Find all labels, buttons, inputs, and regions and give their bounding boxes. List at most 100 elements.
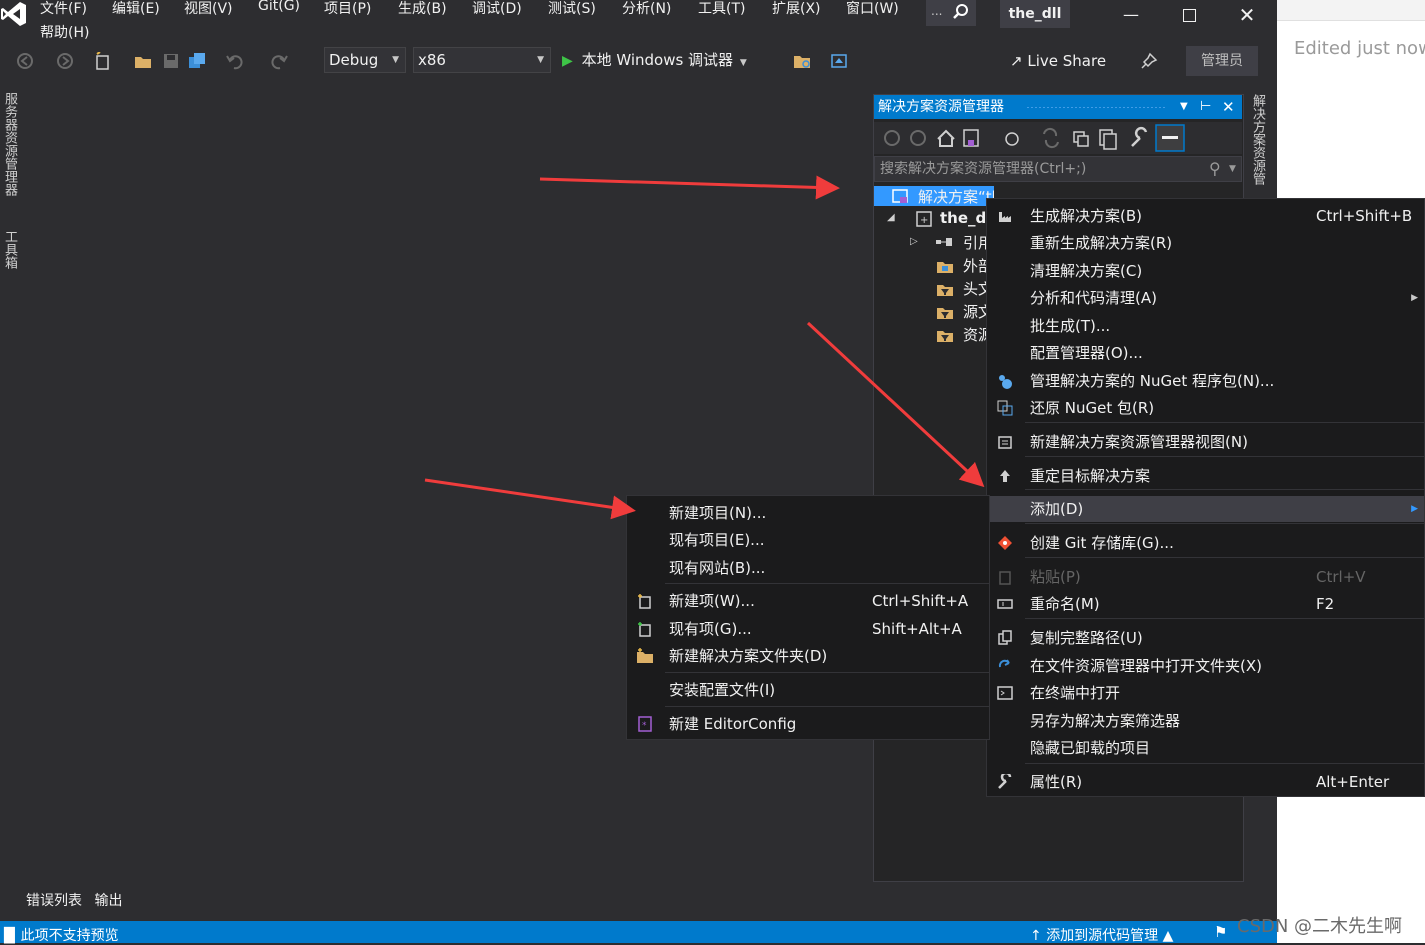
context-menu-item[interactable]: 配置管理器(O)... — [987, 340, 1424, 366]
context-menu-item[interactable]: 还原 NuGet 包(R) — [987, 395, 1424, 421]
git-icon — [998, 536, 1012, 550]
feedback-icon[interactable] — [1140, 52, 1158, 70]
maximize-button[interactable] — [1166, 0, 1212, 30]
open-file-icon[interactable] — [134, 52, 152, 70]
platform-dropdown[interactable]: x86 ▼ — [413, 47, 551, 73]
search-dots: ... — [931, 4, 943, 18]
new-project-icon[interactable] — [94, 51, 112, 70]
add-submenu-item[interactable]: 新建项(W)... Ctrl+Shift+A — [627, 588, 989, 614]
search-box[interactable]: ... — [926, 0, 976, 26]
add-submenu-item[interactable]: * 新建 EditorConfig — [627, 711, 989, 737]
add-submenu-item[interactable]: 新建解决方案文件夹(D) — [627, 643, 989, 669]
menu-item[interactable]: 工具(T) — [698, 0, 745, 18]
browser-icon[interactable] — [830, 52, 848, 70]
save-icon[interactable] — [162, 52, 180, 70]
context-menu-item[interactable]: 批生成(T)... — [987, 313, 1424, 339]
menu-item[interactable]: Git(G) — [258, 0, 300, 14]
menu-item[interactable]: 文件(F) — [40, 0, 87, 18]
context-menu-item[interactable]: 重定目标解决方案 — [987, 463, 1424, 489]
toolbox-tab[interactable]: 工具箱 — [0, 230, 19, 269]
solution-explorer-side-tab[interactable]: 解决方案资源管 — [1248, 94, 1267, 194]
server-explorer-tab[interactable]: 服务器资源管理器 — [0, 92, 19, 196]
config-dropdown[interactable]: Debug ▼ — [324, 47, 406, 73]
context-menu-item[interactable]: 分析和代码清理(A) ▶ — [987, 285, 1424, 311]
new-view-icon — [998, 436, 1012, 449]
undo-icon[interactable] — [226, 52, 244, 70]
menu-item[interactable]: 项目(P) — [324, 0, 371, 18]
collapsed-arrow-icon[interactable]: ▷ — [910, 236, 918, 247]
menu-item-label: 另存为解决方案筛选器 — [1030, 712, 1181, 730]
debugger-label: 本地 Windows 调试器 — [581, 51, 734, 69]
forward-icon[interactable] — [56, 52, 74, 70]
menu-item-label: 在终端中打开 — [1030, 684, 1121, 702]
context-menu-item[interactable]: 重新生成解决方案(R) — [987, 230, 1424, 256]
context-menu-item[interactable]: 复制完整路径(U) — [987, 625, 1424, 651]
filter-folder-icon — [937, 331, 953, 342]
close-panel-icon[interactable]: ✕ — [1222, 95, 1235, 119]
submenu-arrow-icon: ▶ — [1411, 293, 1418, 303]
add-submenu: 新建项目(N)... 现有项目(E)... 现有网站(B)... 新建项(W)... C… — [626, 495, 990, 740]
live-share-button[interactable]: ↗ Live Share — [1010, 52, 1106, 70]
rename-icon — [997, 599, 1013, 609]
redo-icon[interactable] — [270, 52, 288, 70]
menu-item[interactable]: 调试(D) — [472, 0, 522, 18]
menu-item[interactable]: 分析(N) — [622, 0, 671, 18]
open-folder-icon — [998, 659, 1010, 668]
close-window-button[interactable]: ✕ — [1224, 0, 1270, 30]
context-menu-item[interactable]: 添加(D) ▶ — [987, 496, 1424, 522]
context-menu-item[interactable]: 另存为解决方案筛选器 — [987, 708, 1424, 734]
solution-row[interactable]: 解决方案“the_dll”(1 个项目/共 1 个) — [874, 186, 994, 206]
minimize-button[interactable]: — — [1108, 0, 1154, 30]
menu-item-label: 添加(D) — [1030, 500, 1084, 518]
context-menu-item[interactable]: 重命名(M) F2 — [987, 591, 1424, 617]
expand-arrow-icon[interactable]: ◢ — [887, 212, 895, 223]
panel-dropdown-icon[interactable]: ▼ — [1180, 95, 1188, 119]
menu-separator — [1025, 618, 1424, 619]
menu-item[interactable]: 视图(V) — [184, 0, 233, 18]
context-menu-item[interactable]: 创建 Git 存储库(G)... — [987, 530, 1424, 556]
context-menu-item[interactable]: 粘贴(P) Ctrl+V — [987, 564, 1424, 590]
pin-icon[interactable]: ⊢ — [1200, 95, 1211, 119]
menu-item[interactable]: 编辑(E) — [112, 0, 160, 18]
add-submenu-item[interactable]: 新建项目(N)... — [627, 500, 989, 526]
context-menu-item[interactable]: 清理解决方案(C) — [987, 258, 1424, 284]
add-submenu-item[interactable]: 安装配置文件(I) — [627, 677, 989, 703]
context-menu-item[interactable]: 在终端中打开 — [987, 680, 1424, 706]
project-label[interactable]: the_dl — [940, 209, 991, 227]
error-list-tab[interactable]: 错误列表 — [26, 893, 82, 909]
context-menu-item[interactable]: 隐藏已卸载的项目 — [987, 735, 1424, 761]
context-menu-item[interactable]: 属性(R) Alt+Enter — [987, 769, 1424, 795]
menu-item[interactable]: 扩展(X) — [772, 0, 821, 18]
context-menu-item[interactable]: 在文件资源管理器中打开文件夹(X) — [987, 653, 1424, 679]
menu-separator — [665, 706, 989, 707]
menu-separator — [1025, 422, 1424, 423]
back-icon[interactable] — [16, 52, 34, 70]
menu-item-label: 清理解决方案(C) — [1030, 262, 1143, 280]
retarget-icon — [1000, 470, 1010, 482]
menu-item-label: 隐藏已卸载的项目 — [1030, 739, 1151, 757]
start-debugger-button[interactable]: ▶ 本地 Windows 调试器 ▼ — [562, 49, 747, 73]
output-tab[interactable]: 输出 — [94, 893, 122, 909]
context-menu-item[interactable]: 新建解决方案资源管理器视图(N) — [987, 429, 1424, 455]
share-icon: ↗ — [1010, 52, 1023, 70]
sync-icon — [1043, 127, 1059, 149]
submenu-item-label: 安装配置文件(I) — [669, 681, 776, 699]
vs-logo-icon[interactable] — [0, 0, 30, 28]
menu-item[interactable]: 生成(B) — [398, 0, 447, 18]
open-folder-toolbar-icon[interactable] — [793, 52, 811, 70]
menu-item[interactable]: 窗口(W) — [846, 0, 899, 18]
solution-explorer-search-input[interactable]: 搜索解决方案资源管理器(Ctrl+;) ⚲ ▼ — [874, 156, 1242, 182]
save-all-icon[interactable] — [188, 52, 206, 70]
add-submenu-item[interactable]: 现有网站(B)... — [627, 555, 989, 581]
menu-item-label: 管理解决方案的 NuGet 程序包(N)... — [1030, 372, 1275, 390]
new-folder-icon — [637, 648, 653, 663]
notification-bell-icon[interactable]: ⚑ — [1214, 923, 1227, 941]
add-submenu-item[interactable]: 现有项目(E)... — [627, 527, 989, 553]
submenu-item-label: 现有项目(E)... — [669, 531, 765, 549]
context-menu-item[interactable]: 管理解决方案的 NuGet 程序包(N)... — [987, 368, 1424, 394]
context-menu-item[interactable]: 生成解决方案(B) Ctrl+Shift+B — [987, 203, 1424, 229]
add-submenu-item[interactable]: 现有项(G)... Shift+Alt+A — [627, 616, 989, 642]
menu-item[interactable]: 测试(S) — [548, 0, 596, 18]
source-control-button[interactable]: ↑ 添加到源代码管理 ▲ — [1030, 925, 1173, 945]
menu-help[interactable]: 帮助(H) — [40, 22, 89, 42]
